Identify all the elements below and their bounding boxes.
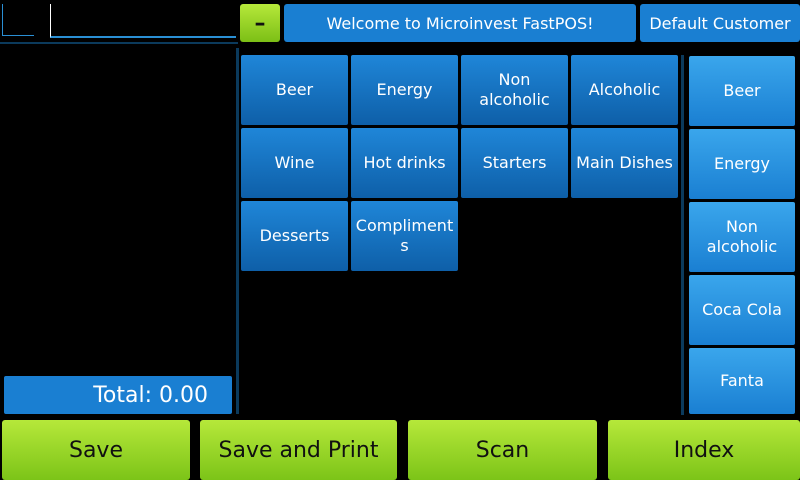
product-button[interactable]: Fanta [689, 348, 795, 414]
minus-button[interactable]: – [240, 4, 280, 42]
category-button[interactable]: Wine [241, 128, 348, 198]
category-button[interactable]: Hot drinks [351, 128, 458, 198]
total-display: Total: 0.00 [4, 376, 232, 414]
category-button[interactable]: Main Dishes [571, 128, 678, 198]
category-button[interactable]: Energy [351, 55, 458, 125]
product-button[interactable]: Non alcoholic [689, 202, 795, 272]
product-button[interactable]: Coca Cola [689, 275, 795, 345]
welcome-banner: Welcome to Microinvest FastPOS! [284, 4, 636, 42]
top-divider [0, 42, 238, 44]
category-button[interactable]: Starters [461, 128, 568, 198]
scan-button[interactable]: Scan [408, 420, 597, 480]
code-input[interactable] [50, 4, 236, 38]
save-and-print-button[interactable]: Save and Print [200, 420, 397, 480]
receipt-list[interactable] [0, 48, 236, 418]
category-button[interactable]: Compliments [351, 201, 458, 271]
category-button[interactable]: Beer [241, 55, 348, 125]
panel-divider [236, 48, 239, 414]
save-button[interactable]: Save [2, 420, 190, 480]
category-button[interactable]: Desserts [241, 201, 348, 271]
search-box[interactable] [2, 4, 34, 36]
product-button[interactable]: Energy [689, 129, 795, 199]
index-button[interactable]: Index [608, 420, 800, 480]
category-button[interactable]: Alcoholic [571, 55, 678, 125]
customer-button[interactable]: Default Customer [640, 4, 800, 42]
category-button[interactable]: Non alcoholic [461, 55, 568, 125]
product-button[interactable]: Beer [689, 56, 795, 126]
product-divider [681, 55, 684, 415]
